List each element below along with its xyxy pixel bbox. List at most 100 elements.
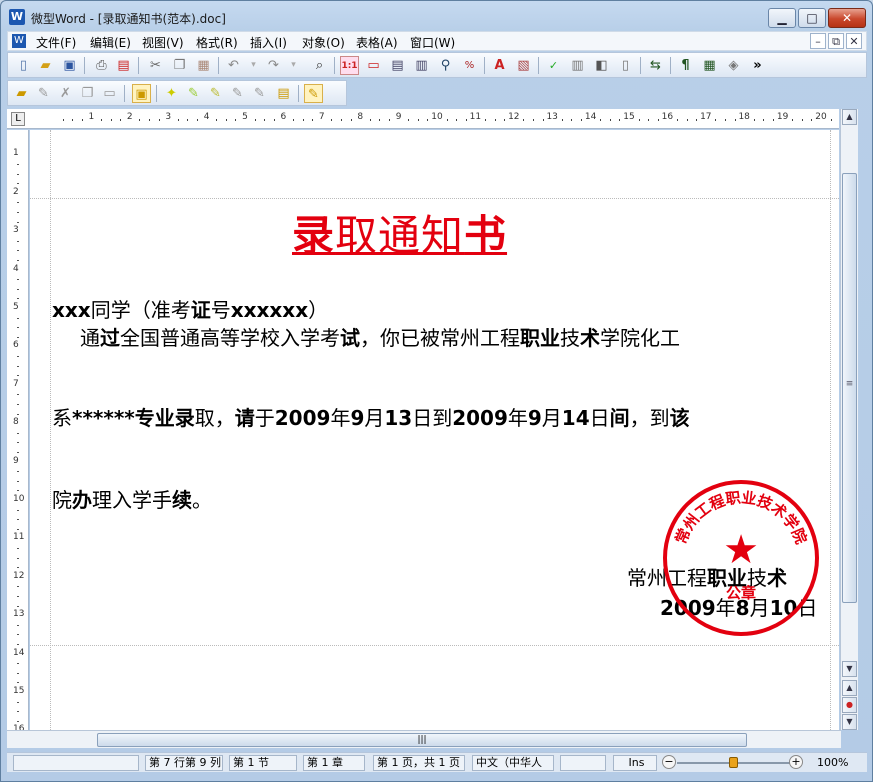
official-seal[interactable]: 常州工程职业技术学院 ★ 公章 [661, 478, 821, 638]
document-page[interactable]: 录取通知书 xxx同学（准考证号xxxxxx） 通过全国普通高等学校入学考试，你… [30, 130, 839, 730]
shadow-icon[interactable]: ◧ [592, 56, 611, 75]
doc-close-button[interactable]: ✕ [846, 33, 862, 49]
menu-table[interactable]: 表格(A) [356, 34, 398, 51]
undo-icon[interactable]: ↶ [224, 56, 243, 75]
zoom-in-button[interactable]: + [789, 755, 803, 769]
ruler-tick [677, 119, 678, 121]
undo-dropdown-icon[interactable]: ▾ [244, 56, 263, 75]
form-paste-icon[interactable]: ▭ [100, 84, 119, 103]
scroll-up-button[interactable]: ▲ [842, 109, 857, 125]
document-icon[interactable]: W [12, 34, 26, 48]
form-props-icon[interactable]: ▣ [132, 84, 151, 103]
menu-window[interactable]: 窗口(W) [410, 34, 455, 51]
cut-icon[interactable]: ✂ [146, 56, 165, 75]
font-color-icon[interactable]: A [490, 56, 509, 75]
two-pages-icon[interactable]: ▥ [412, 56, 431, 75]
actual-size-icon[interactable]: 1:1 [340, 56, 359, 75]
redo-icon[interactable]: ↷ [264, 56, 283, 75]
zoom-percent-icon[interactable]: % [460, 56, 479, 75]
ruler-track[interactable]: 1 2 3 4 5 6 7 8 9 10 11 12 13 14 15 16 17 18 19 20 [47, 112, 837, 126]
insert-mode[interactable]: Ins [613, 755, 657, 771]
zoom-slider-knob[interactable] [729, 757, 738, 768]
document-title[interactable]: 录取通知书 [292, 202, 507, 263]
save-icon[interactable]: ▣ [60, 56, 79, 75]
vertical-ruler[interactable]: 1234567891011121314151617 [7, 130, 29, 773]
menu-object[interactable]: 对象(O) [302, 34, 345, 51]
pdf-icon[interactable]: ▤ [114, 56, 133, 75]
text-run: 职业 [520, 326, 560, 350]
horizontal-scrollbar[interactable]: ||| [7, 730, 841, 748]
menu-view[interactable]: 视图(V) [142, 34, 184, 51]
close-button[interactable]: ✕ [828, 8, 866, 28]
borders-icon[interactable]: ⇆ [646, 56, 665, 75]
page-width-icon[interactable]: ▭ [364, 56, 383, 75]
new-doc-icon[interactable]: ▯ [14, 56, 33, 75]
highlight-1-icon[interactable]: ✦ [162, 84, 181, 103]
body-line-2[interactable]: 系******专业录取，请于2009年9月13日到2009年9月14日间，到该 [52, 402, 690, 431]
ruler-tick [830, 119, 832, 121]
body-line-3[interactable]: 院办理入学手续。 [52, 484, 212, 513]
ruler-tick [542, 119, 544, 121]
doc-restore-button[interactable]: ⧉ [828, 33, 844, 49]
table-icon[interactable]: ▦ [700, 56, 719, 75]
paragraph-marks-icon[interactable]: ¶ [676, 56, 695, 75]
zoom-out-button[interactable]: − [662, 755, 676, 769]
ruler-tick [494, 119, 496, 121]
highlight-5-icon[interactable]: ✎ [250, 84, 269, 103]
zoom-icon[interactable]: ⚲ [436, 56, 455, 75]
paste-icon[interactable]: ▦ [194, 56, 213, 75]
horizontal-scroll-thumb[interactable]: ||| [97, 733, 747, 747]
highlight-4-icon[interactable]: ✎ [228, 84, 247, 103]
text-run: 取， [194, 406, 235, 430]
form-edit-icon[interactable]: ✎ [34, 84, 53, 103]
status-language[interactable]: 中文（中华人 [472, 755, 554, 771]
highlight-2-icon[interactable]: ✎ [184, 84, 203, 103]
text-run: 9 [527, 406, 542, 430]
redo-dropdown-icon[interactable]: ▾ [284, 56, 303, 75]
ruler-tick [197, 119, 198, 121]
form-copy-icon[interactable]: ❐ [78, 84, 97, 103]
salutation-line[interactable]: xxx同学（准考证号xxxxxx） [52, 294, 328, 323]
menu-edit[interactable]: 编辑(E) [90, 34, 131, 51]
copy-icon[interactable]: ❐ [170, 56, 189, 75]
ruler-number: 18 [738, 112, 750, 122]
track-changes-icon[interactable]: ✎ [304, 84, 323, 103]
tab-stop-selector[interactable]: L [11, 112, 25, 126]
open-folder-icon[interactable]: ▰ [36, 56, 55, 75]
ruler-tick [763, 119, 765, 121]
scroll-down-button[interactable]: ▼ [842, 661, 857, 677]
more-tools-icon[interactable]: » [748, 56, 767, 75]
body-line-1[interactable]: 通过全国普通高等学校入学考试，你已被常州工程职业技术学院化工 [80, 322, 680, 351]
form-new-icon[interactable]: ▰ [12, 84, 31, 103]
prev-page-button[interactable]: ▲ [842, 680, 857, 696]
find-icon[interactable]: ⌕ [310, 56, 329, 75]
vertical-scroll-thumb[interactable]: ≡ [842, 173, 857, 603]
form-delete-icon[interactable]: ✗ [56, 84, 75, 103]
minimize-button[interactable]: ▁ [768, 8, 796, 28]
text-box-icon[interactable]: ▧ [514, 56, 533, 75]
ruler-tick [379, 119, 381, 121]
columns-icon[interactable]: ▥ [568, 56, 587, 75]
vruler-tick [17, 701, 19, 703]
ruler-number: 17 [700, 112, 712, 122]
next-page-button[interactable]: ▼ [842, 714, 857, 730]
browse-object-button[interactable]: ● [842, 697, 857, 713]
word-app-icon[interactable]: W [9, 9, 25, 25]
vertical-scrollbar[interactable]: ▲ ≡ ▼ ▲ ● ▼ [840, 109, 858, 730]
note-icon[interactable]: ▤ [274, 84, 293, 103]
horizontal-ruler[interactable]: L 1 2 3 4 5 6 7 8 9 10 11 12 13 14 15 16 17 18 19 20 [7, 109, 839, 129]
toolbar-separator [484, 57, 485, 74]
menu-insert[interactable]: 插入(I) [250, 34, 287, 51]
highlight-3-icon[interactable]: ✎ [206, 84, 225, 103]
menu-file[interactable]: 文件(F) [36, 34, 76, 51]
title-bar[interactable]: W 微型Word - [录取通知书(范本).doc] ▁ □ ✕ [1, 1, 872, 31]
frame-icon[interactable]: ▯ [616, 56, 635, 75]
ruler-number: 3 [165, 112, 172, 122]
layers-icon[interactable]: ◈ [724, 56, 743, 75]
one-page-icon[interactable]: ▤ [388, 56, 407, 75]
spell-check-icon[interactable]: ✓ [544, 56, 563, 75]
doc-minimize-button[interactable]: – [810, 33, 826, 49]
menu-format[interactable]: 格式(R) [196, 34, 238, 51]
print-icon[interactable]: ⎙ [92, 56, 111, 75]
maximize-button[interactable]: □ [798, 8, 826, 28]
